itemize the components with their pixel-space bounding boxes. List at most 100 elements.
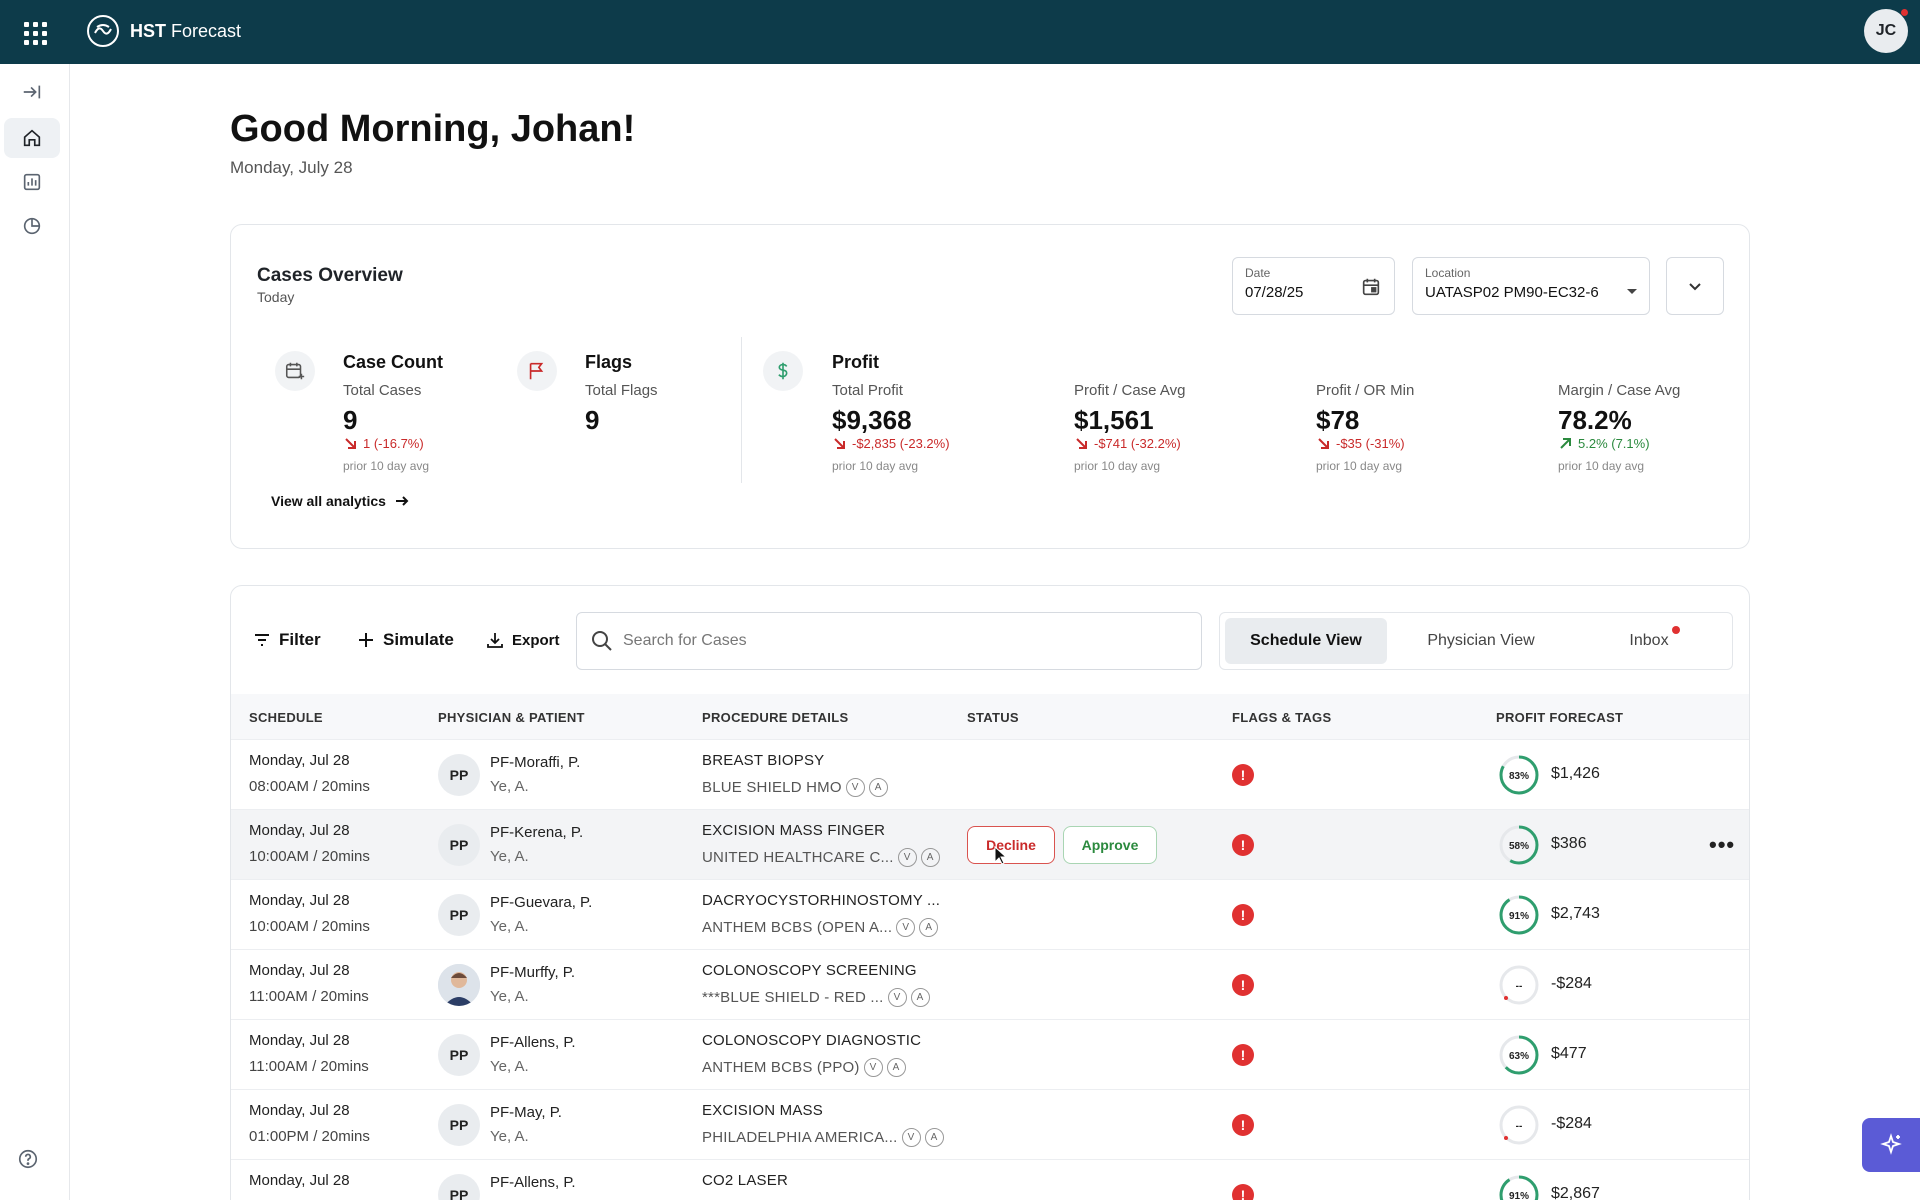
ai-assistant-button[interactable] bbox=[1862, 1118, 1920, 1172]
verified-badge: V bbox=[896, 918, 916, 937]
apps-grid-icon[interactable] bbox=[20, 18, 48, 46]
profit-value: $1,426 bbox=[1551, 765, 1600, 782]
caret-down-icon bbox=[1627, 289, 1637, 294]
negative-dot bbox=[1504, 1136, 1508, 1140]
physician-avatar: PP bbox=[438, 754, 480, 796]
case-count-delta: 1 (-16.7%) bbox=[343, 435, 424, 451]
authorized-badge: A bbox=[924, 1128, 944, 1147]
table-row[interactable]: Monday, Jul 28 10:00AM / 20mins PP PF-Gu… bbox=[231, 880, 1749, 950]
profit-value: $477 bbox=[1551, 1045, 1587, 1062]
nav-home[interactable] bbox=[4, 118, 60, 158]
col-physician-patient[interactable]: PHYSICIAN & PATIENT bbox=[438, 710, 585, 725]
search-box[interactable] bbox=[576, 612, 1202, 670]
insurance: ***BLUE SHIELD - RED ... V A bbox=[702, 988, 930, 1007]
row-time: 08:00AM / 20mins bbox=[249, 778, 370, 795]
alert-flag-icon[interactable]: ! bbox=[1232, 834, 1254, 856]
tab-inbox-label: Inbox bbox=[1629, 632, 1669, 649]
insurance-name: UNITED HEALTHCARE C... bbox=[702, 849, 894, 866]
margin-note: prior 10 day avg bbox=[1558, 459, 1645, 473]
tab-inbox[interactable]: Inbox bbox=[1590, 618, 1708, 664]
brand[interactable]: HST Forecast bbox=[86, 14, 241, 48]
procedure-name: COLONOSCOPY DIAGNOSTIC bbox=[702, 1032, 922, 1049]
case-count-note: prior 10 day avg bbox=[343, 459, 430, 473]
alert-flag-icon[interactable]: ! bbox=[1232, 1114, 1254, 1136]
insurance: BLUE SHIELD HMO V A bbox=[702, 778, 888, 797]
row-date: Monday, Jul 28 bbox=[249, 1102, 350, 1119]
alert-flag-icon[interactable]: ! bbox=[1232, 974, 1254, 996]
profit-or-delta: -$35 (-31%) bbox=[1316, 435, 1405, 451]
physician-name[interactable]: PF-May, P. bbox=[490, 1104, 562, 1121]
margin-delta: 5.2% (7.1%) bbox=[1558, 435, 1650, 451]
collapse-sidebar-button[interactable] bbox=[4, 72, 60, 112]
filter-label: Filter bbox=[279, 630, 321, 649]
physician-name[interactable]: PF-Guevara, P. bbox=[490, 894, 592, 911]
expand-button[interactable] bbox=[1666, 257, 1724, 315]
row-date: Monday, Jul 28 bbox=[249, 962, 350, 979]
alert-flag-icon[interactable]: ! bbox=[1232, 904, 1254, 926]
page-title: Good Morning, Johan! bbox=[230, 108, 636, 150]
insurance-name: ANTHEM BCBS (OPEN A... bbox=[702, 919, 893, 936]
row-time: 11:00AM / 20mins bbox=[249, 1058, 369, 1075]
physician-name[interactable]: PF-Allens, P. bbox=[490, 1034, 576, 1051]
procedure-name: BREAST BIOPSY bbox=[702, 752, 825, 769]
table-row[interactable]: Monday, Jul 28 11:00AM / 20mins PP PF-Al… bbox=[231, 1020, 1749, 1090]
brand-suffix: Forecast bbox=[166, 20, 242, 41]
gauge-label: -- bbox=[1516, 1121, 1523, 1132]
nav-reports[interactable] bbox=[4, 206, 60, 246]
profit-case-note: prior 10 day avg bbox=[1074, 459, 1161, 473]
total-profit-label: Total Profit bbox=[832, 382, 903, 399]
table-row[interactable]: Monday, Jul 28 11:00AM / 20mins PF-Murff… bbox=[231, 950, 1749, 1020]
simulate-button[interactable]: Simulate bbox=[357, 630, 454, 650]
physician-name[interactable]: PF-Kerena, P. bbox=[490, 824, 583, 841]
alert-flag-icon[interactable]: ! bbox=[1232, 764, 1254, 786]
patient-name: Ye, A. bbox=[490, 1128, 529, 1145]
approve-button[interactable]: Approve bbox=[1063, 826, 1157, 864]
tab-physician-view[interactable]: Physician View bbox=[1400, 618, 1562, 664]
gauge-label: -- bbox=[1516, 981, 1523, 992]
table-row[interactable]: Monday, Jul 28 10:00AM / 20mins PP PF-Ke… bbox=[231, 810, 1749, 880]
alert-flag-icon[interactable]: ! bbox=[1232, 1044, 1254, 1066]
tab-schedule-view[interactable]: Schedule View bbox=[1225, 618, 1387, 664]
help-icon[interactable] bbox=[17, 1148, 39, 1170]
table-header: SCHEDULE PHYSICIAN & PATIENT PROCEDURE D… bbox=[231, 694, 1749, 740]
physician-name[interactable]: PF-Allens, P. bbox=[490, 1174, 576, 1191]
col-procedure[interactable]: PROCEDURE DETAILS bbox=[702, 710, 848, 725]
export-button[interactable]: Export bbox=[486, 631, 560, 649]
procedure-name: EXCISION MASS FINGER bbox=[702, 822, 886, 839]
sidebar bbox=[0, 64, 70, 1200]
col-profit-forecast[interactable]: PROFIT FORECAST bbox=[1496, 710, 1623, 725]
calendar-icon[interactable] bbox=[1360, 276, 1382, 298]
patient-name: Ye, A. bbox=[490, 918, 529, 935]
physician-name[interactable]: PF-Moraffi, P. bbox=[490, 754, 580, 771]
table-row[interactable]: Monday, Jul 28 08:00AM / 20mins PP PF-Mo… bbox=[231, 740, 1749, 810]
table-row[interactable]: Monday, Jul 28 01:00PM / 20mins PP PF-Ma… bbox=[231, 1090, 1749, 1160]
filter-button[interactable]: Filter bbox=[253, 630, 321, 650]
more-options-icon[interactable]: ••• bbox=[1709, 832, 1735, 858]
decline-button[interactable]: Decline bbox=[967, 826, 1055, 864]
col-status[interactable]: STATUS bbox=[967, 710, 1019, 725]
patient-name: Ye, A. bbox=[490, 1058, 529, 1075]
row-date: Monday, Jul 28 bbox=[249, 822, 350, 839]
table-row[interactable]: Monday, Jul 28 PP PF-Allens, P. CO2 LASE… bbox=[231, 1160, 1749, 1200]
row-time: 10:00AM / 20mins bbox=[249, 918, 370, 935]
physician-name[interactable]: PF-Murffy, P. bbox=[490, 964, 575, 981]
nav-analytics[interactable] bbox=[4, 162, 60, 202]
profit-case-delta-text: -$741 (-32.2%) bbox=[1094, 435, 1181, 451]
search-input[interactable] bbox=[623, 632, 1183, 650]
authorized-badge: A bbox=[886, 1058, 906, 1077]
location-select[interactable]: Location UATASP02 PM90-EC32-6 bbox=[1412, 257, 1650, 315]
flag-icon bbox=[529, 362, 544, 380]
total-profit-delta-text: -$2,835 (-23.2%) bbox=[852, 435, 950, 451]
case-count-title: Case Count bbox=[343, 352, 444, 372]
chevron-down-icon bbox=[1689, 283, 1701, 291]
patient-name: Ye, A. bbox=[490, 988, 529, 1005]
case-count-value: 9 bbox=[343, 405, 358, 435]
col-flags-tags[interactable]: FLAGS & TAGS bbox=[1232, 710, 1331, 725]
procedure-name: EXCISION MASS bbox=[702, 1102, 823, 1119]
date-picker[interactable]: Date 07/28/25 bbox=[1232, 257, 1395, 315]
authorized-badge: A bbox=[868, 778, 888, 797]
alert-flag-icon[interactable]: ! bbox=[1232, 1184, 1254, 1200]
view-all-analytics-link[interactable]: View all analytics bbox=[271, 493, 410, 509]
user-avatar[interactable]: JC bbox=[1864, 9, 1908, 53]
col-schedule[interactable]: SCHEDULE bbox=[249, 710, 323, 725]
